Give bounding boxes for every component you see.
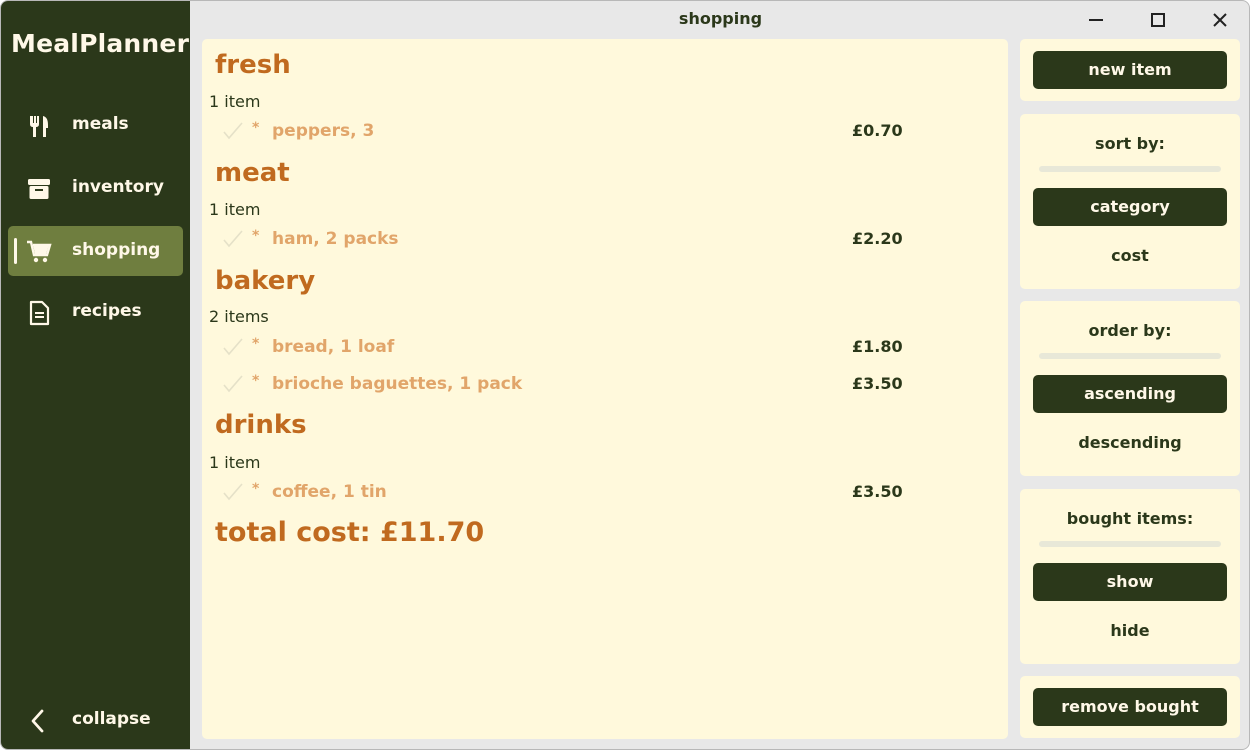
sort-cost-option[interactable]: cost bbox=[1020, 246, 1240, 265]
sidebar-item-inventory[interactable]: inventory bbox=[8, 163, 183, 213]
bought-items-label: bought items: bbox=[1066, 509, 1194, 528]
list-item[interactable]: * ham, 2 packs £2.20 bbox=[202, 226, 1008, 256]
list-item[interactable]: * bread, 1 loaf £1.80 bbox=[202, 334, 1008, 364]
sidebar: MealPlanner meals inventory shopping rec… bbox=[1, 1, 190, 749]
bullet-icon: * bbox=[252, 228, 260, 244]
item-price: £0.70 bbox=[852, 121, 903, 140]
bullet-icon: * bbox=[252, 481, 260, 497]
divider bbox=[1039, 353, 1221, 359]
collapse-label: collapse bbox=[72, 709, 151, 729]
bullet-icon: * bbox=[252, 120, 260, 136]
sidebar-item-recipes[interactable]: recipes bbox=[8, 287, 183, 337]
hide-bought-option[interactable]: hide bbox=[1020, 621, 1240, 640]
item-name: brioche baguettes, 1 pack bbox=[272, 374, 523, 394]
divider bbox=[1039, 166, 1221, 172]
minimize-icon[interactable] bbox=[1085, 9, 1107, 31]
sidebar-item-label: recipes bbox=[72, 301, 142, 321]
order-descending-option[interactable]: descending bbox=[1020, 433, 1240, 452]
item-name: ham, 2 packs bbox=[272, 229, 399, 249]
close-icon[interactable] bbox=[1209, 9, 1231, 31]
item-price: £2.20 bbox=[852, 229, 903, 248]
category-heading: bakery bbox=[215, 266, 316, 296]
shopping-list-panel: fresh 1 item * peppers, 3 £0.70 meat 1 i… bbox=[202, 39, 1008, 739]
app-title: MealPlanner bbox=[11, 29, 190, 58]
category-count: 1 item bbox=[209, 92, 261, 111]
item-name: peppers, 3 bbox=[272, 121, 375, 141]
item-price: £1.80 bbox=[852, 337, 903, 356]
category-heading: drinks bbox=[215, 410, 307, 440]
check-icon[interactable] bbox=[222, 120, 244, 142]
bought-items-card: bought items: show hide bbox=[1020, 489, 1240, 664]
category-heading: fresh bbox=[215, 50, 291, 80]
sidebar-item-meals[interactable]: meals bbox=[8, 100, 183, 150]
check-icon[interactable] bbox=[222, 373, 244, 395]
document-icon bbox=[29, 300, 50, 326]
category-count: 1 item bbox=[209, 200, 261, 219]
list-item[interactable]: * brioche baguettes, 1 pack £3.50 bbox=[202, 371, 1008, 401]
archive-box-icon bbox=[28, 179, 50, 199]
category-count: 2 items bbox=[209, 307, 269, 326]
item-price: £3.50 bbox=[852, 374, 903, 393]
chevron-left-icon bbox=[31, 709, 44, 733]
order-card: order by: ascending descending bbox=[1020, 301, 1240, 476]
show-bought-button[interactable]: show bbox=[1033, 563, 1227, 601]
category-count: 1 item bbox=[209, 453, 261, 472]
new-item-button[interactable]: new item bbox=[1033, 51, 1227, 89]
divider bbox=[1039, 541, 1221, 547]
list-item[interactable]: * peppers, 3 £0.70 bbox=[202, 118, 1008, 148]
order-ascending-button[interactable]: ascending bbox=[1033, 375, 1227, 413]
sidebar-item-label: meals bbox=[72, 114, 129, 134]
bullet-icon: * bbox=[252, 373, 260, 389]
item-name: bread, 1 loaf bbox=[272, 337, 395, 357]
active-indicator bbox=[14, 238, 17, 264]
item-name: coffee, 1 tin bbox=[272, 482, 387, 502]
check-icon[interactable] bbox=[222, 481, 244, 503]
sort-category-button[interactable]: category bbox=[1033, 188, 1227, 226]
sort-card: sort by: category cost bbox=[1020, 114, 1240, 289]
check-icon[interactable] bbox=[222, 336, 244, 358]
app-window: MealPlanner meals inventory shopping rec… bbox=[0, 0, 1250, 750]
maximize-icon[interactable] bbox=[1147, 9, 1169, 31]
utensils-icon bbox=[30, 116, 48, 137]
order-label: order by: bbox=[1088, 321, 1172, 340]
remove-bought-button[interactable]: remove bought bbox=[1033, 688, 1227, 726]
list-item[interactable]: * coffee, 1 tin £3.50 bbox=[202, 479, 1008, 509]
shopping-cart-icon bbox=[27, 240, 52, 263]
collapse-button[interactable]: collapse bbox=[8, 695, 183, 745]
item-price: £3.50 bbox=[852, 482, 903, 501]
sort-label: sort by: bbox=[1095, 134, 1165, 153]
check-icon[interactable] bbox=[222, 228, 244, 250]
title-bar: shopping bbox=[190, 1, 1249, 39]
new-item-card: new item bbox=[1020, 39, 1240, 101]
sidebar-item-label: inventory bbox=[72, 177, 164, 197]
total-cost: total cost: £11.70 bbox=[215, 517, 485, 548]
sidebar-item-label: shopping bbox=[72, 240, 161, 260]
sidebar-item-shopping[interactable]: shopping bbox=[8, 226, 183, 276]
remove-bought-card: remove bought bbox=[1020, 676, 1240, 738]
bullet-icon: * bbox=[252, 336, 260, 352]
category-heading: meat bbox=[215, 158, 290, 188]
